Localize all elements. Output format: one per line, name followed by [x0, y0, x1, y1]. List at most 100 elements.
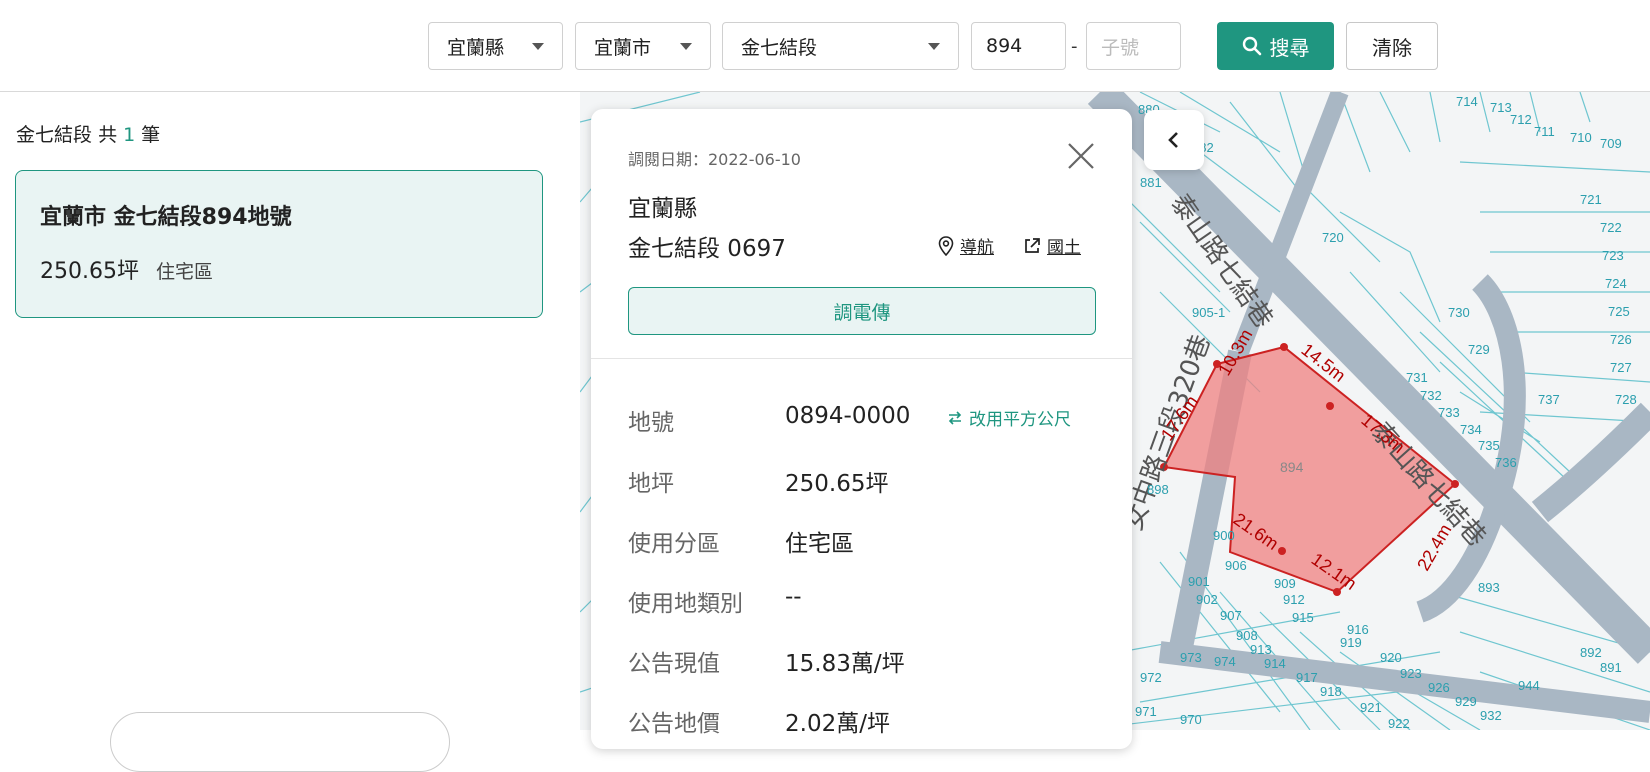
- lot-913: 913: [1250, 642, 1272, 657]
- bottom-pill[interactable]: [110, 712, 450, 772]
- unit-toggle-button[interactable]: 改用平方公尺: [947, 405, 1071, 430]
- chevron-left-icon: [1168, 132, 1178, 148]
- result-card-title: 宜蘭市 金七結段894地號: [40, 205, 292, 230]
- parcel-info-panel: 調閱日期：2022-06-10 宜蘭縣 金七結段 0697 導航 國土 調電傳 …: [591, 109, 1132, 749]
- lot-721: 721: [1580, 192, 1602, 207]
- lot-971: 971: [1135, 704, 1157, 719]
- lot-892: 892: [1580, 645, 1602, 660]
- lot-722: 722: [1600, 220, 1622, 235]
- lot-973: 973: [1180, 650, 1202, 665]
- info-key: 使用地類別: [628, 591, 743, 617]
- lot-908: 908: [1236, 628, 1258, 643]
- lot-731: 731: [1406, 370, 1428, 385]
- parcel-main-value: 894: [986, 35, 1023, 57]
- divider: [591, 358, 1132, 359]
- result-count-number: 1: [123, 124, 136, 146]
- county-select[interactable]: 宜蘭縣: [428, 22, 563, 70]
- search-button[interactable]: 搜尋: [1217, 22, 1334, 70]
- chevron-down-icon: [928, 43, 940, 50]
- lot-912: 912: [1283, 592, 1305, 607]
- lot-727: 727: [1610, 360, 1632, 375]
- lot-732: 732: [1420, 388, 1442, 403]
- info-value: 15.83萬/坪: [785, 651, 905, 677]
- lot-713: 713: [1490, 100, 1512, 115]
- lot-905-1: 905-1: [1192, 305, 1225, 320]
- lot-909: 909: [1274, 576, 1296, 591]
- lot-723: 723: [1602, 248, 1624, 263]
- info-key: 地號: [628, 410, 674, 436]
- lot-901: 901: [1188, 574, 1210, 589]
- result-count-prefix: 共: [98, 124, 118, 146]
- close-icon[interactable]: [1064, 139, 1098, 173]
- search-icon: [1242, 36, 1261, 56]
- result-section: 金七結段: [16, 124, 93, 146]
- lot-902: 902: [1196, 592, 1218, 607]
- lot-920: 920: [1380, 650, 1402, 665]
- call-transcript-button[interactable]: 調電傳: [628, 287, 1096, 335]
- lot-734: 734: [1460, 422, 1482, 437]
- lot-898: 898: [1147, 482, 1169, 497]
- result-card-zone: 住宅區: [155, 261, 213, 283]
- lot-919: 919: [1340, 635, 1362, 650]
- lot-736: 736: [1495, 455, 1517, 470]
- lot-725: 725: [1608, 304, 1630, 319]
- panel-section: 金七結段 0697: [628, 236, 786, 262]
- county-value: 宜蘭縣: [447, 36, 505, 59]
- lot-929: 929: [1455, 694, 1477, 709]
- info-value: 0894-0000: [785, 403, 911, 429]
- lot-922: 922: [1388, 716, 1410, 730]
- info-value: --: [785, 584, 802, 610]
- unit-toggle-label: 改用平方公尺: [969, 410, 1071, 430]
- parcel-sub-placeholder: 子號: [1101, 36, 1140, 59]
- lot-906: 906: [1225, 558, 1247, 573]
- result-card-sub: 250.65坪 住宅區: [40, 253, 518, 285]
- lot-921: 921: [1360, 700, 1382, 715]
- result-count-suffix: 筆: [141, 124, 161, 146]
- panel-county: 宜蘭縣: [628, 196, 697, 222]
- call-label: 調電傳: [833, 301, 891, 324]
- lot-932: 932: [1480, 708, 1502, 723]
- lot-915: 915: [1292, 610, 1314, 625]
- collapse-panel-button[interactable]: [1144, 110, 1204, 170]
- lot-733: 733: [1438, 405, 1460, 420]
- location-pin-icon: [938, 235, 954, 256]
- search-label: 搜尋: [1269, 35, 1310, 60]
- land-label: 國土: [1047, 238, 1081, 258]
- lot-926: 926: [1428, 680, 1450, 695]
- clear-button[interactable]: 清除: [1346, 22, 1438, 70]
- info-value: 住宅區: [785, 531, 854, 557]
- external-link-icon: [1025, 237, 1040, 253]
- land-link[interactable]: 國土: [1023, 233, 1081, 258]
- parcel-sub-input[interactable]: 子號: [1086, 22, 1181, 70]
- lot-710: 710: [1570, 130, 1592, 145]
- lot-726: 726: [1610, 332, 1632, 347]
- lot-724: 724: [1605, 276, 1627, 291]
- lot-720: 720: [1322, 230, 1344, 245]
- info-key: 使用分區: [628, 531, 720, 557]
- clear-label: 清除: [1372, 35, 1412, 60]
- lot-972: 972: [1140, 670, 1162, 685]
- lot-729: 729: [1468, 342, 1490, 357]
- chevron-down-icon: [532, 43, 544, 50]
- parcel-main-input[interactable]: 894: [971, 22, 1066, 70]
- lot-974: 974: [1214, 654, 1236, 669]
- result-card[interactable]: 宜蘭市 金七結段894地號 250.65坪 住宅區: [15, 170, 543, 318]
- search-bar: 宜蘭縣 宜蘭市 金七結段 894 - 子號 搜尋 清除: [0, 0, 1650, 92]
- town-select[interactable]: 宜蘭市: [575, 22, 711, 70]
- lot-728: 728: [1615, 392, 1637, 407]
- lot-900: 900: [1213, 528, 1235, 543]
- navigate-link[interactable]: 導航: [938, 233, 994, 258]
- section-select[interactable]: 金七結段: [722, 22, 959, 70]
- section-value: 金七結段: [741, 36, 818, 59]
- swap-icon: [948, 410, 962, 425]
- result-count: 金七結段 共1筆: [16, 120, 160, 147]
- info-key: 公告地價: [628, 711, 720, 737]
- lot-730: 730: [1448, 305, 1470, 320]
- lot-714: 714: [1456, 94, 1478, 109]
- town-value: 宜蘭市: [594, 36, 652, 59]
- parcel-label: 894: [1280, 459, 1304, 475]
- chevron-down-icon: [680, 43, 692, 50]
- info-key: 地坪: [628, 471, 674, 497]
- lot-881: 881: [1140, 175, 1162, 190]
- lot-907: 907: [1220, 608, 1242, 623]
